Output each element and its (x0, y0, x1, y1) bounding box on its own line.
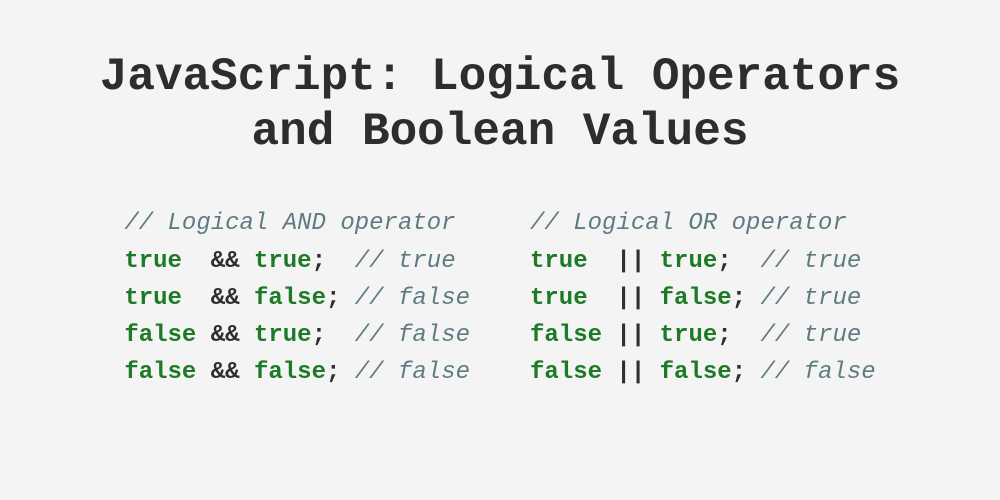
bool-literal: false (124, 359, 196, 386)
result-comment: // true (760, 285, 861, 312)
semicolon: ; (717, 322, 760, 349)
page-title: JavaScript: Logical Operators and Boolea… (0, 0, 1000, 160)
bool-literal: true (124, 285, 196, 312)
result-comment: // false (760, 359, 875, 386)
or-header-comment: // Logical OR operator (530, 210, 847, 237)
result-comment: // false (355, 285, 470, 312)
bool-literal: false (254, 359, 326, 386)
bool-literal: false (530, 322, 602, 349)
result-comment: // true (760, 322, 861, 349)
bool-literal: true (254, 248, 312, 275)
semicolon: ; (312, 248, 355, 275)
or-operator: || (616, 359, 645, 386)
code-columns: // Logical AND operator true && true; //… (0, 205, 1000, 391)
bool-literal: true (530, 285, 602, 312)
semicolon: ; (732, 359, 761, 386)
and-header-comment: // Logical AND operator (124, 210, 455, 237)
code-block-and: // Logical AND operator true && true; //… (124, 205, 470, 391)
and-operator: && (211, 248, 240, 275)
title-line-1: JavaScript: Logical Operators (100, 51, 901, 103)
and-operator: && (211, 285, 240, 312)
and-operator: && (211, 359, 240, 386)
code-block-or: // Logical OR operator true || true; // … (530, 205, 876, 391)
result-comment: // false (355, 322, 470, 349)
or-operator: || (616, 285, 645, 312)
bool-literal: true (660, 248, 718, 275)
title-line-2: and Boolean Values (252, 106, 749, 158)
or-operator: || (616, 248, 645, 275)
bool-literal: false (124, 322, 196, 349)
semicolon: ; (717, 248, 760, 275)
and-operator: && (211, 322, 240, 349)
result-comment: // true (760, 248, 861, 275)
bool-literal: true (530, 248, 602, 275)
or-operator: || (616, 322, 645, 349)
semicolon: ; (732, 285, 761, 312)
bool-literal: true (660, 322, 718, 349)
bool-literal: false (530, 359, 602, 386)
result-comment: // false (355, 359, 470, 386)
bool-literal: false (254, 285, 326, 312)
bool-literal: true (254, 322, 312, 349)
semicolon: ; (326, 285, 355, 312)
bool-literal: true (124, 248, 196, 275)
bool-literal: false (660, 359, 732, 386)
result-comment: // true (355, 248, 456, 275)
semicolon: ; (326, 359, 355, 386)
bool-literal: false (660, 285, 732, 312)
semicolon: ; (312, 322, 355, 349)
